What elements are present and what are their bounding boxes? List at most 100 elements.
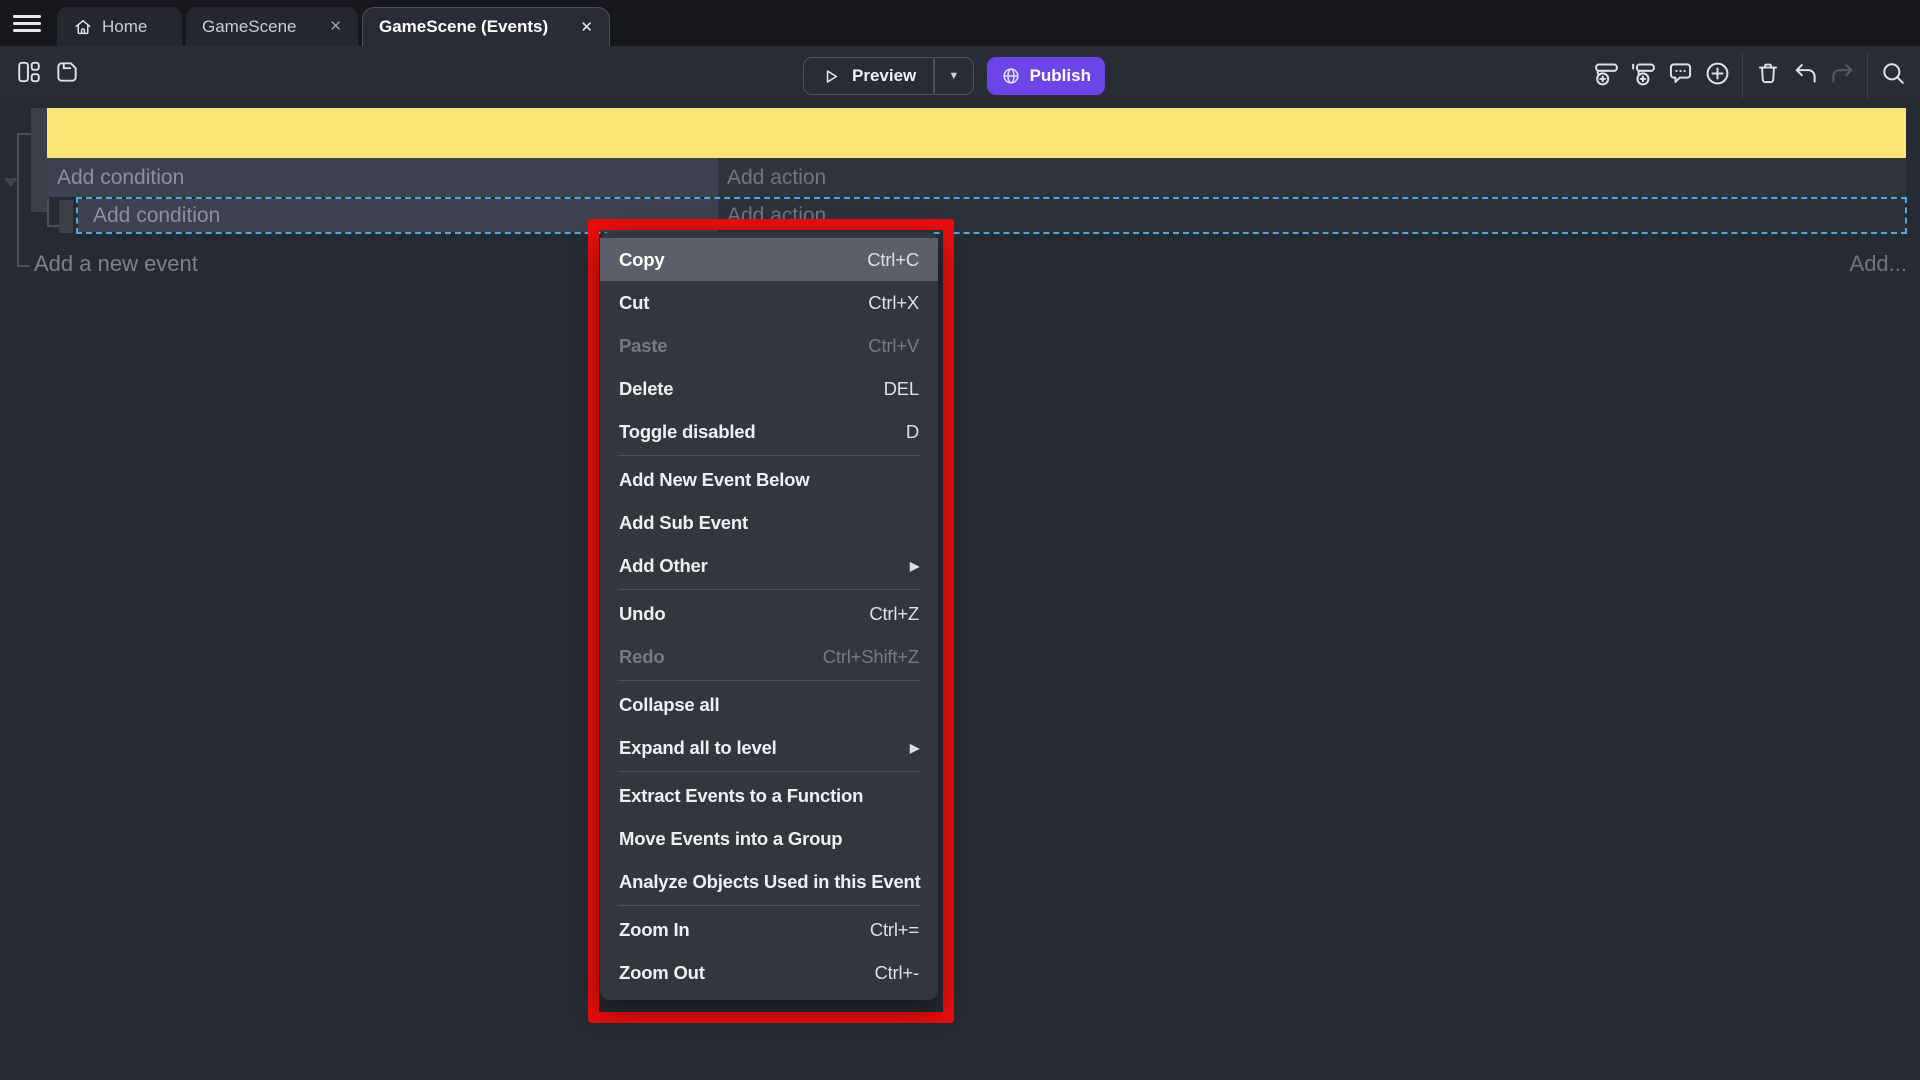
menu-item-shortcut: Ctrl+X xyxy=(868,292,919,314)
search-button[interactable] xyxy=(1876,56,1910,90)
menu-item-undo[interactable]: Undo Ctrl+Z xyxy=(600,592,938,635)
menu-item-analyze-objects-used-in-this-event[interactable]: Analyze Objects Used in this Event xyxy=(600,860,938,903)
add-action-link[interactable]: Add action xyxy=(718,158,1906,197)
menu-item-expand-all-to-level[interactable]: Expand all to level▶ xyxy=(600,726,938,769)
menu-item-label: Add Other xyxy=(619,555,708,577)
tab-label: GameScene xyxy=(202,17,297,37)
menu-item-extract-events-to-a-function[interactable]: Extract Events to a Function xyxy=(600,774,938,817)
menu-item-shortcut: Ctrl+- xyxy=(874,962,919,984)
selected-event-row[interactable] xyxy=(47,108,1906,158)
hamburger-menu-icon[interactable] xyxy=(13,15,41,32)
add-new-event-link[interactable]: Add a new event xyxy=(34,251,198,277)
menu-item-label: Move Events into a Group xyxy=(619,828,842,850)
menu-item-redo[interactable]: Redo Ctrl+Shift+Z xyxy=(600,635,938,678)
menu-item-collapse-all[interactable]: Collapse all xyxy=(600,683,938,726)
menu-item-zoom-out[interactable]: Zoom Out Ctrl+- xyxy=(600,951,938,994)
menu-divider xyxy=(618,905,920,906)
comment-icon xyxy=(1667,60,1694,87)
panels-button[interactable] xyxy=(12,55,46,89)
publish-label: Publish xyxy=(1030,66,1091,86)
tree-line xyxy=(17,133,31,135)
add-other-button[interactable] xyxy=(1700,56,1734,90)
redo-button[interactable] xyxy=(1825,56,1859,90)
menu-item-shortcut: Ctrl+C xyxy=(867,249,919,271)
undo-button[interactable] xyxy=(1788,56,1822,90)
tab-bar: Home GameScene ✕ GameScene (Events) ✕ xyxy=(0,0,1920,46)
collapse-arrow-icon[interactable] xyxy=(4,178,18,187)
close-icon[interactable]: ✕ xyxy=(329,19,342,34)
preview-label: Preview xyxy=(852,66,916,86)
menu-item-shortcut: DEL xyxy=(884,378,919,400)
tree-line xyxy=(17,133,19,267)
menu-item-label: Redo xyxy=(619,646,664,668)
menu-item-label: Expand all to level xyxy=(619,737,777,759)
tab-gamescene-events[interactable]: GameScene (Events) ✕ xyxy=(362,7,610,46)
tree-line xyxy=(17,265,30,267)
preview-dropdown-button[interactable]: ▼ xyxy=(935,58,973,94)
menu-item-shortcut: Ctrl+Shift+Z xyxy=(823,646,919,668)
menu-divider xyxy=(618,455,920,456)
menu-item-label: Cut xyxy=(619,292,649,314)
menu-divider xyxy=(618,589,920,590)
add-truncated-link[interactable]: Add... xyxy=(1850,251,1907,277)
menu-item-label: Copy xyxy=(619,249,664,271)
tab-home[interactable]: Home xyxy=(57,7,182,46)
menu-divider xyxy=(618,680,920,681)
menu-item-shortcut: Ctrl+Z xyxy=(869,603,919,625)
add-event-button[interactable] xyxy=(1589,56,1623,90)
menu-item-label: Undo xyxy=(619,603,665,625)
toolbar-divider xyxy=(1742,52,1743,98)
save-icon xyxy=(54,59,80,85)
add-subevent-button[interactable] xyxy=(1626,56,1660,90)
add-comment-button[interactable] xyxy=(1663,56,1697,90)
preview-button[interactable]: Preview xyxy=(804,58,933,94)
trash-icon xyxy=(1755,60,1781,86)
toolbar-right-group xyxy=(1589,53,1910,93)
menu-divider xyxy=(618,771,920,772)
menu-item-paste[interactable]: PasteCtrl+V xyxy=(600,324,938,367)
publish-button[interactable]: Publish xyxy=(987,57,1105,95)
menu-item-label: Zoom In xyxy=(619,919,690,941)
menu-item-add-new-event-below[interactable]: Add New Event Below xyxy=(600,458,938,501)
menu-item-copy[interactable]: Copy Ctrl+C xyxy=(600,238,938,281)
add-event-icon xyxy=(1593,60,1620,87)
redo-icon xyxy=(1829,60,1856,87)
save-button[interactable] xyxy=(50,55,84,89)
panels-icon xyxy=(16,59,42,85)
menu-item-label: Extract Events to a Function xyxy=(619,785,863,807)
undo-icon xyxy=(1792,60,1819,87)
submenu-arrow-icon: ▶ xyxy=(910,559,919,573)
menu-item-label: Paste xyxy=(619,335,667,357)
close-icon[interactable]: ✕ xyxy=(580,20,593,35)
preview-button-group: Preview ▼ xyxy=(803,57,974,95)
menu-item-shortcut: Ctrl+= xyxy=(870,919,919,941)
tab-gamescene[interactable]: GameScene ✕ xyxy=(186,7,358,46)
context-menu: Copy Ctrl+C Cut Ctrl+X PasteCtrl+VDeleteDELT… xyxy=(600,232,938,1000)
subevent-drag-handle[interactable] xyxy=(59,200,73,233)
menu-item-toggle-disabled[interactable]: Toggle disabledD xyxy=(600,410,938,453)
add-condition-link[interactable]: Add condition xyxy=(78,199,718,232)
play-icon xyxy=(821,66,842,87)
toolbar-center-group: Preview ▼ Publish xyxy=(803,57,1105,95)
delete-button[interactable] xyxy=(1751,56,1785,90)
menu-item-zoom-in[interactable]: Zoom In Ctrl+= xyxy=(600,908,938,951)
gdevelop-window: Home GameScene ✕ GameScene (Events) ✕ xyxy=(0,0,1920,1080)
menu-item-add-sub-event[interactable]: Add Sub Event xyxy=(600,501,938,544)
event-row: Add condition Add action xyxy=(47,158,1906,197)
event-drag-handle[interactable] xyxy=(31,108,47,212)
events-toolbar: Preview ▼ Publish xyxy=(0,46,1920,99)
add-circle-icon xyxy=(1704,60,1731,87)
tab-label: GameScene (Events) xyxy=(379,17,548,37)
tree-line xyxy=(47,225,59,227)
menu-item-delete[interactable]: DeleteDEL xyxy=(600,367,938,410)
menu-item-move-events-into-a-group[interactable]: Move Events into a Group xyxy=(600,817,938,860)
menu-item-label: Analyze Objects Used in this Event xyxy=(619,871,921,893)
menu-item-add-other[interactable]: Add Other ▶ xyxy=(600,544,938,587)
add-condition-link[interactable]: Add condition xyxy=(47,158,718,197)
menu-item-cut[interactable]: Cut Ctrl+X xyxy=(600,281,938,324)
menu-item-label: Collapse all xyxy=(619,694,719,716)
add-action-link[interactable]: Add action xyxy=(718,199,1905,232)
tab-label: Home xyxy=(102,17,147,37)
menu-item-label: Zoom Out xyxy=(619,962,705,984)
search-icon xyxy=(1880,60,1907,87)
